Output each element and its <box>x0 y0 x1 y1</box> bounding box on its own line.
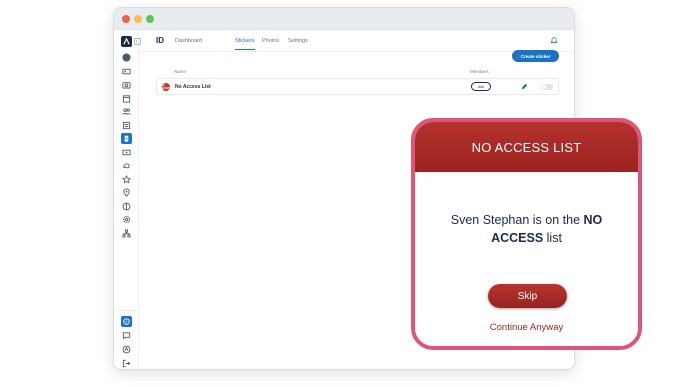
logout-icon[interactable] <box>121 358 132 369</box>
maximize-window-dot[interactable] <box>146 15 154 23</box>
create-sticker-button[interactable]: Create sticker <box>512 50 559 62</box>
bell-icon[interactable] <box>550 36 558 44</box>
settings-icon[interactable] <box>121 214 132 225</box>
ticket-icon[interactable] <box>121 147 132 158</box>
tab-settings[interactable]: Settings <box>288 38 308 44</box>
no-access-modal: NO ACCESS LIST Sven Stephan is on the NO… <box>411 118 642 350</box>
app-logo-icon[interactable] <box>121 36 132 47</box>
account-icon[interactable] <box>121 344 132 355</box>
no-access-badge-icon: NO ACCESS <box>160 83 172 91</box>
modal-title: NO ACCESS LIST <box>415 122 638 172</box>
skip-button[interactable]: Skip <box>488 284 567 308</box>
continue-anyway-link[interactable]: Continue Anyway <box>415 322 638 333</box>
user-avatar-icon[interactable] <box>121 52 132 63</box>
close-window-dot[interactable] <box>122 15 130 23</box>
globe-icon[interactable] <box>121 201 132 212</box>
paint-icon[interactable] <box>121 160 132 171</box>
location-icon[interactable] <box>121 187 132 198</box>
camera-icon[interactable] <box>121 79 132 90</box>
help-icon[interactable] <box>121 316 132 327</box>
window-titlebar <box>114 8 574 30</box>
chat-icon[interactable] <box>121 330 132 341</box>
add-member-button[interactable]: Add <box>471 82 491 91</box>
minimize-window-dot[interactable] <box>134 15 142 23</box>
users-icon[interactable] <box>121 106 132 117</box>
top-navigation: ID Dashboard Stickers Photos Settings <box>139 30 574 52</box>
person-name: Sven Stephan <box>450 213 530 227</box>
tab-dashboard[interactable]: Dashboard <box>175 38 202 44</box>
sticker-name: No Access List <box>175 84 211 90</box>
id-card-icon[interactable] <box>121 66 132 77</box>
badge-icon[interactable] <box>121 133 132 144</box>
sidebar-divider <box>118 310 135 311</box>
list-icon[interactable] <box>121 120 132 131</box>
active-tab-indicator <box>235 49 255 50</box>
tab-photos[interactable]: Photos <box>262 38 279 44</box>
brand-logo: ID <box>156 36 164 45</box>
table-row[interactable]: NO ACCESS No Access List Add <box>156 78 559 95</box>
column-header-members: Members <box>470 69 489 74</box>
tab-stickers[interactable]: Stickers <box>235 38 255 44</box>
pencil-icon[interactable] <box>520 83 528 91</box>
column-header-name: Name <box>174 69 187 74</box>
star-icon[interactable] <box>121 174 132 185</box>
network-icon[interactable] <box>121 228 132 239</box>
calendar-icon[interactable] <box>121 93 132 104</box>
sidebar <box>114 30 141 369</box>
modal-message: Sven Stephan is on the NO ACCESS list <box>450 213 603 245</box>
sticker-toggle[interactable] <box>541 84 553 90</box>
